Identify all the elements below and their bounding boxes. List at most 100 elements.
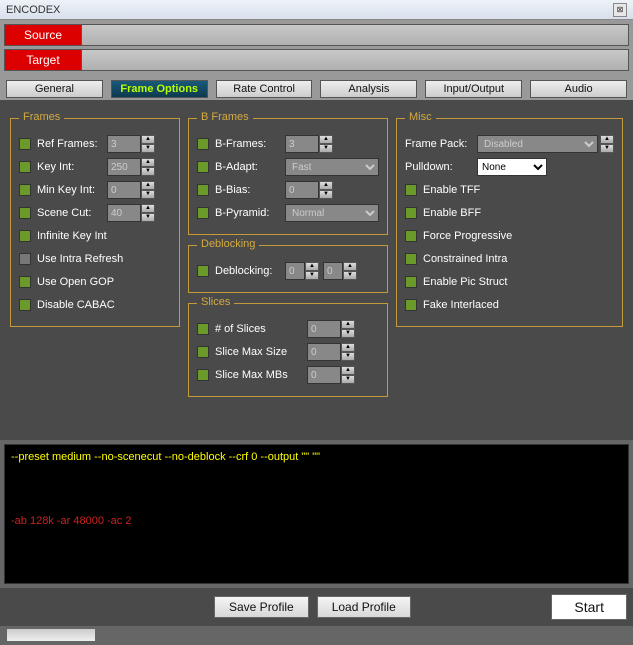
b-pyramid-check[interactable]: [197, 207, 209, 219]
b-pyramid-select[interactable]: Normal: [285, 204, 379, 222]
start-button[interactable]: Start: [551, 594, 627, 620]
down-icon[interactable]: ▼: [319, 144, 333, 153]
key-int-label: Key Int:: [37, 161, 107, 173]
up-icon[interactable]: ▲: [600, 135, 614, 144]
b-adapt-select[interactable]: Fast: [285, 158, 379, 176]
down-icon[interactable]: ▼: [341, 352, 355, 361]
up-icon[interactable]: ▲: [141, 204, 155, 213]
down-icon[interactable]: ▼: [141, 213, 155, 222]
slice-max-size-spin[interactable]: ▲▼: [307, 343, 355, 361]
footer: Save Profile Load Profile Start: [0, 588, 633, 626]
up-icon[interactable]: ▲: [341, 366, 355, 375]
frame-pack-select[interactable]: Disabled: [477, 135, 598, 153]
b-bias-check[interactable]: [197, 184, 209, 196]
b-frames-check[interactable]: [197, 138, 209, 150]
constrained-intra-label: Constrained Intra: [423, 253, 614, 265]
up-icon[interactable]: ▲: [319, 135, 333, 144]
deblocking-check[interactable]: [197, 265, 209, 277]
scene-cut-input[interactable]: [107, 204, 141, 222]
slice-max-mbs-input[interactable]: [307, 366, 341, 384]
key-int-input[interactable]: [107, 158, 141, 176]
up-icon[interactable]: ▲: [319, 181, 333, 190]
deblocking-label: Deblocking:: [215, 265, 285, 277]
deblocking-group: Deblocking Deblocking: ▲▼ ▲▼: [188, 245, 388, 293]
tab-bar: General Frame Options Rate Control Analy…: [0, 78, 633, 100]
b-frames-spin[interactable]: ▲▼: [285, 135, 333, 153]
min-key-int-check[interactable]: [19, 184, 31, 196]
enable-tff-check[interactable]: [405, 184, 417, 196]
infinite-key-int-check[interactable]: [19, 230, 31, 242]
slices-group: Slices # of Slices▲▼ Slice Max Size▲▼ Sl…: [188, 303, 388, 397]
close-icon[interactable]: ⊠: [613, 3, 627, 17]
down-icon[interactable]: ▼: [141, 144, 155, 153]
constrained-intra-check[interactable]: [405, 253, 417, 265]
scene-cut-check[interactable]: [19, 207, 31, 219]
ref-frames-spin[interactable]: ▲▼: [107, 135, 155, 153]
ref-frames-check[interactable]: [19, 138, 31, 150]
up-icon[interactable]: ▲: [141, 181, 155, 190]
b-bias-input[interactable]: [285, 181, 319, 199]
slice-max-size-check[interactable]: [197, 346, 209, 358]
enable-pic-struct-check[interactable]: [405, 276, 417, 288]
num-slices-input[interactable]: [307, 320, 341, 338]
target-field[interactable]: [82, 49, 629, 71]
load-profile-button[interactable]: Load Profile: [317, 596, 411, 618]
min-key-int-label: Min Key Int:: [37, 184, 107, 196]
tab-general[interactable]: General: [6, 80, 103, 98]
deblock-a-spin[interactable]: ▲▼: [285, 262, 319, 280]
deblock-b-input[interactable]: [323, 262, 343, 280]
pulldown-select[interactable]: None: [477, 158, 547, 176]
key-int-check[interactable]: [19, 161, 31, 173]
down-icon[interactable]: ▼: [141, 167, 155, 176]
deblock-b-spin[interactable]: ▲▼: [323, 262, 357, 280]
deblock-a-input[interactable]: [285, 262, 305, 280]
b-adapt-label: B-Adapt:: [215, 161, 285, 173]
up-icon[interactable]: ▲: [141, 158, 155, 167]
force-progressive-check[interactable]: [405, 230, 417, 242]
down-icon[interactable]: ▼: [600, 144, 614, 153]
key-int-spin[interactable]: ▲▼: [107, 158, 155, 176]
disable-cabac-check[interactable]: [19, 299, 31, 311]
deblocking-title: Deblocking: [197, 238, 259, 250]
source-field[interactable]: [82, 24, 629, 46]
source-button[interactable]: Source: [4, 24, 82, 46]
num-slices-check[interactable]: [197, 323, 209, 335]
slice-max-mbs-check[interactable]: [197, 369, 209, 381]
b-bias-spin[interactable]: ▲▼: [285, 181, 333, 199]
tab-audio[interactable]: Audio: [530, 80, 627, 98]
tab-frame-options[interactable]: Frame Options: [111, 80, 208, 98]
down-icon[interactable]: ▼: [341, 375, 355, 384]
scene-cut-spin[interactable]: ▲▼: [107, 204, 155, 222]
up-icon[interactable]: ▲: [341, 343, 355, 352]
down-icon[interactable]: ▼: [343, 271, 357, 280]
audio-command-line: -ab 128k -ar 48000 -ac 2: [11, 515, 622, 527]
num-slices-spin[interactable]: ▲▼: [307, 320, 355, 338]
tab-analysis[interactable]: Analysis: [320, 80, 417, 98]
down-icon[interactable]: ▼: [141, 190, 155, 199]
down-icon[interactable]: ▼: [341, 329, 355, 338]
b-frames-label: B-Frames:: [215, 138, 285, 150]
min-key-int-input[interactable]: [107, 181, 141, 199]
use-open-gop-check[interactable]: [19, 276, 31, 288]
tab-input-output[interactable]: Input/Output: [425, 80, 522, 98]
slice-max-mbs-spin[interactable]: ▲▼: [307, 366, 355, 384]
up-icon[interactable]: ▲: [141, 135, 155, 144]
enable-bff-check[interactable]: [405, 207, 417, 219]
use-intra-refresh-check[interactable]: [19, 253, 31, 265]
up-icon[interactable]: ▲: [341, 320, 355, 329]
up-icon[interactable]: ▲: [343, 262, 357, 271]
down-icon[interactable]: ▼: [319, 190, 333, 199]
save-profile-button[interactable]: Save Profile: [214, 596, 309, 618]
tab-rate-control[interactable]: Rate Control: [216, 80, 313, 98]
window-title: ENCODEX: [6, 4, 60, 16]
min-key-int-spin[interactable]: ▲▼: [107, 181, 155, 199]
up-icon[interactable]: ▲: [305, 262, 319, 271]
main-panel: Frames Ref Frames:▲▼ Key Int:▲▼ Min Key …: [0, 100, 633, 440]
fake-interlaced-check[interactable]: [405, 299, 417, 311]
b-frames-input[interactable]: [285, 135, 319, 153]
b-adapt-check[interactable]: [197, 161, 209, 173]
target-button[interactable]: Target: [4, 49, 82, 71]
slice-max-size-input[interactable]: [307, 343, 341, 361]
ref-frames-input[interactable]: [107, 135, 141, 153]
down-icon[interactable]: ▼: [305, 271, 319, 280]
